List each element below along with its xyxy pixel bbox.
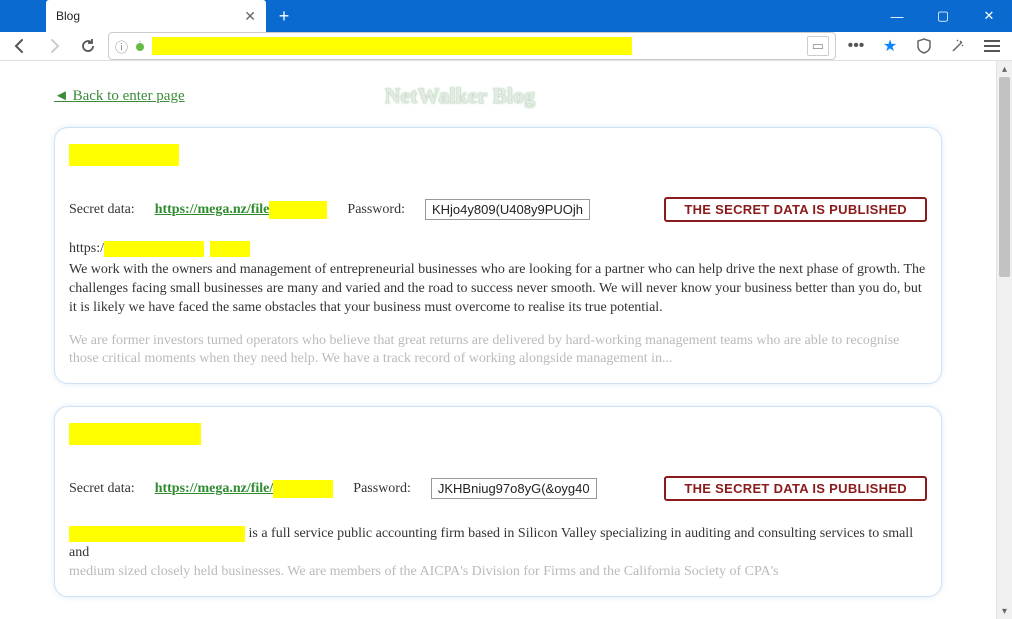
hamburger-icon	[984, 40, 1000, 52]
arrow-right-icon	[45, 37, 63, 55]
mega-link-wrap: https://mega.nz/file	[155, 201, 328, 219]
reload-icon	[80, 38, 96, 54]
victim-description-faded: We are former investors turned operators…	[69, 332, 927, 370]
mega-link-redacted	[269, 201, 327, 219]
secret-data-label: Secret data:	[69, 202, 135, 218]
page-title: NetWalker Blog	[385, 83, 536, 109]
info-icon[interactable]: ⓘ	[115, 37, 128, 56]
scroll-up-button[interactable]: ▴	[997, 61, 1012, 77]
forward-button	[40, 32, 68, 60]
victim-name-redacted-inline	[69, 526, 245, 542]
leak-card: Secret data: https://mega.nz/file/ Passw…	[54, 406, 942, 597]
vertical-scrollbar[interactable]: ▴ ▾	[996, 61, 1012, 619]
sparkle-icon[interactable]	[944, 32, 972, 60]
tab-close-icon[interactable]: ✕	[244, 8, 256, 25]
arrow-left-icon	[11, 37, 29, 55]
window-minimize-button[interactable]: —	[874, 0, 920, 32]
mega-link-redacted	[273, 480, 333, 498]
password-label: Password:	[353, 481, 411, 497]
window-close-button[interactable]: ✕	[966, 0, 1012, 32]
victim-name-redacted	[69, 144, 179, 166]
url-bar[interactable]: ⓘ ▭	[108, 32, 836, 60]
window-maximize-button[interactable]: ▢	[920, 0, 966, 32]
password-value[interactable]: JKHBniug97o8yG(&oyg40	[431, 478, 597, 499]
page-scroll-area[interactable]: ◄ Back to enter page NetWalker Blog Secr…	[0, 61, 996, 619]
victim-name-redacted	[69, 423, 201, 445]
victim-url-redacted	[104, 241, 204, 257]
victim-url-prefix: https:/	[69, 240, 104, 259]
tab-title: Blog	[56, 9, 80, 23]
url-redacted	[152, 37, 632, 55]
mega-link-wrap: https://mega.nz/file/	[155, 480, 334, 498]
scroll-thumb[interactable]	[999, 77, 1010, 277]
browser-toolbar: ⓘ ▭ ••• ★	[0, 32, 1012, 61]
reload-button[interactable]	[74, 32, 102, 60]
victim-url-redacted-2	[210, 241, 250, 257]
bookmark-star-icon[interactable]: ★	[876, 32, 904, 60]
password-value[interactable]: KHjo4y809(U408y9PUOjh	[425, 199, 590, 220]
mega-link[interactable]: https://mega.nz/file	[155, 202, 270, 217]
new-tab-button[interactable]: +	[270, 2, 298, 30]
published-badge: THE SECRET DATA IS PUBLISHED	[664, 476, 927, 501]
secret-data-label: Secret data:	[69, 481, 135, 497]
window-titlebar: Blog ✕ + — ▢ ✕	[0, 0, 1012, 32]
more-icon[interactable]: •••	[842, 32, 870, 60]
password-label: Password:	[347, 202, 405, 218]
published-badge: THE SECRET DATA IS PUBLISHED	[664, 197, 927, 222]
victim-description: We work with the owners and management o…	[69, 261, 927, 318]
shield-icon[interactable]	[910, 32, 938, 60]
leak-card: Secret data: https://mega.nz/file Passwo…	[54, 127, 942, 384]
reader-mode-icon[interactable]: ▭	[807, 36, 829, 56]
victim-description-faded: medium sized closely held businesses. We…	[69, 564, 779, 579]
onion-icon	[134, 40, 146, 52]
back-to-enter-link[interactable]: ◄ Back to enter page	[54, 88, 185, 105]
viewport: ◄ Back to enter page NetWalker Blog Secr…	[0, 61, 1012, 619]
scroll-down-button[interactable]: ▾	[997, 603, 1012, 619]
mega-link[interactable]: https://mega.nz/file/	[155, 481, 274, 496]
browser-tab[interactable]: Blog ✕	[46, 0, 266, 32]
menu-button[interactable]	[978, 32, 1006, 60]
back-button[interactable]	[6, 32, 34, 60]
